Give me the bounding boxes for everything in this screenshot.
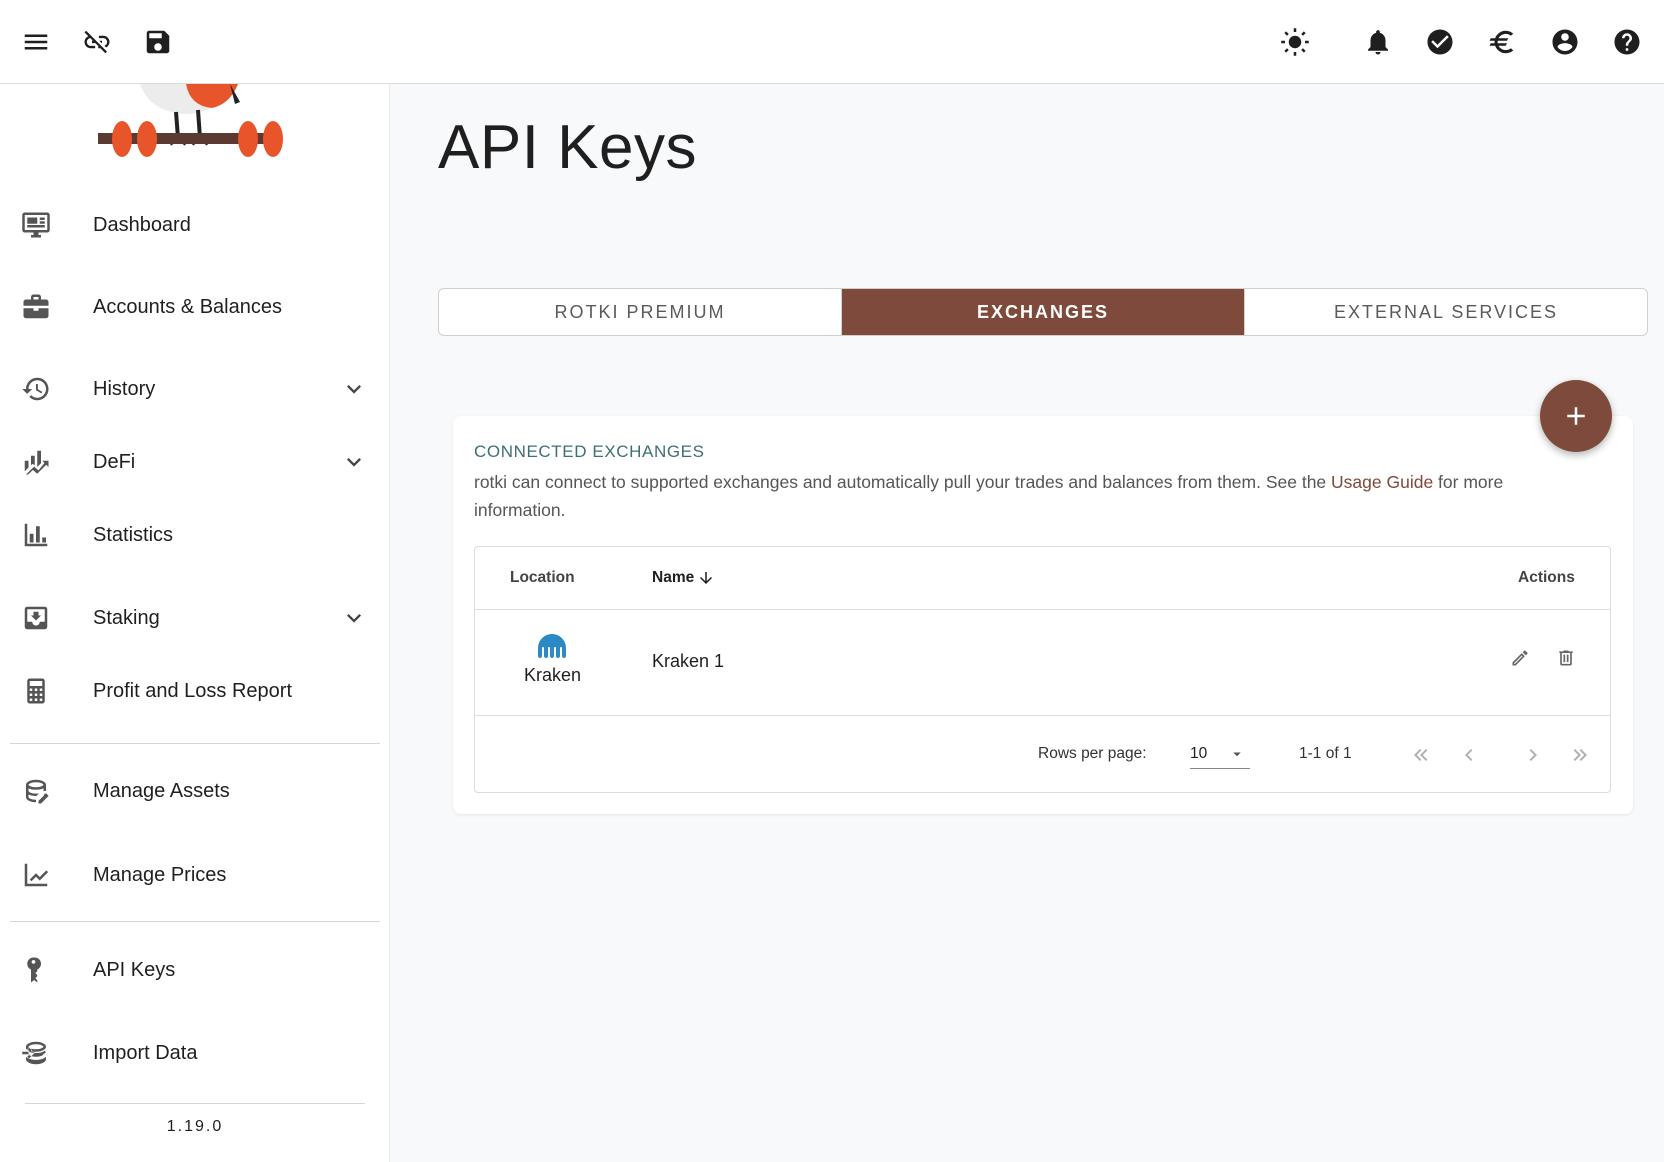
sidebar-item-label: Accounts & Balances [93,295,282,318]
usage-guide-link[interactable]: Usage Guide [1331,472,1433,492]
kraken-logo-icon [536,632,568,660]
sidebar-item-accounts-balances[interactable]: Accounts & Balances [0,272,389,342]
chevron-double-right-icon [1573,749,1587,761]
sidebar-item-dashboard[interactable]: Dashboard [0,190,389,260]
column-header-name[interactable]: Name [652,569,715,587]
tab-rotki-premium[interactable]: ROTKI PREMIUM [439,289,842,335]
pencil-icon [1512,650,1528,666]
sidebar-item-staking[interactable]: Staking [0,583,389,653]
delete-exchange-button[interactable] [1553,645,1579,671]
calculator-icon [20,675,52,707]
tab-external-services[interactable]: EXTERNAL SERVICES [1245,289,1647,335]
sidebar-item-label: Staking [93,606,160,629]
link-off-icon[interactable] [77,22,117,62]
theme-brightness-icon[interactable] [1275,22,1315,62]
sidebar-divider [10,743,380,744]
pending-tasks-check-icon[interactable] [1420,22,1460,62]
next-page-button[interactable] [1519,741,1547,769]
exchanges-table: Location Name Actions Kraken Kraken 1 Ro… [474,546,1611,793]
sidebar-item-label: DeFi [93,450,136,473]
sidebar-item-label: API Keys [93,958,176,981]
sidebar-item-history[interactable]: History [0,354,389,424]
row-divider [475,609,1610,610]
row-divider [475,715,1610,716]
menu-icon[interactable] [16,22,56,62]
chevron-double-left-icon [1414,749,1428,761]
sidebar-item-label: Import Data [93,1041,198,1064]
sidebar-item-defi[interactable]: DeFi [0,427,389,497]
sidebar-item-import-data[interactable]: Import Data [0,1018,389,1088]
inbox-download-icon [20,602,52,634]
connected-exchanges-card: CONNECTED EXCHANGES rotki can connect to… [453,416,1633,814]
trash-icon [1559,650,1573,666]
top-app-bar [0,0,1664,84]
edit-exchange-button[interactable] [1507,645,1533,671]
sidebar: Dashboard Accounts & Balances History De… [0,84,390,1162]
monitor-dashboard-icon [20,209,52,241]
sidebar-item-manage-assets[interactable]: Manage Assets [0,756,389,826]
card-description: rotki can connect to supported exchanges… [474,468,1594,524]
database-import-icon [20,1037,52,1069]
key-chain-icon [20,954,52,986]
sort-arrow-down-icon [700,572,713,584]
sidebar-item-label: Dashboard [93,213,191,236]
exchange-name: Kraken 1 [652,651,725,671]
chevron-right-icon [1529,749,1537,761]
rows-per-page-label: Rows per page: [1038,745,1147,762]
sidebar-item-label: Manage Prices [93,863,227,886]
sidebar-item-label: History [93,377,156,400]
api-keys-tabs: ROTKI PREMIUM EXCHANGES EXTERNAL SERVICE… [438,288,1648,336]
page-title: API Keys [438,113,697,182]
sidebar-item-api-keys[interactable]: API Keys [0,935,389,1005]
bar-chart-icon [20,519,52,551]
account-circle-icon[interactable] [1545,22,1585,62]
chevron-down-icon[interactable] [340,375,368,403]
currency-euro-icon[interactable] [1482,22,1522,62]
database-edit-icon [20,775,52,807]
chevron-down-icon[interactable] [340,448,368,476]
rows-per-page-value: 10 [1190,745,1208,762]
sidebar-item-profit-loss-report[interactable]: Profit and Loss Report [0,656,389,726]
pagination-range: 1-1 of 1 [1299,745,1352,762]
save-icon[interactable] [138,22,178,62]
sidebar-item-label: Statistics [93,523,174,546]
first-page-button[interactable] [1407,741,1435,769]
description-text: rotki can connect to supported exchanges… [474,472,1332,492]
previous-page-button[interactable] [1455,741,1483,769]
sidebar-divider [25,1103,365,1104]
sidebar-item-statistics[interactable]: Statistics [0,500,389,570]
finance-chart-icon [20,446,52,478]
sidebar-divider [10,921,380,922]
exchange-location: Kraken [523,665,582,685]
add-exchange-button[interactable] [1540,380,1612,452]
column-header-name-label: Name [652,569,695,586]
briefcase-icon [20,291,52,323]
card-title: CONNECTED EXCHANGES [474,442,705,461]
caret-down-icon [1228,745,1246,763]
plus-icon [1567,407,1585,425]
rows-per-page-select[interactable]: 10 [1190,735,1250,769]
sidebar-item-label: Profit and Loss Report [93,679,292,702]
column-header-actions: Actions [1518,569,1575,586]
chevron-down-icon[interactable] [340,604,368,632]
tab-exchanges[interactable]: EXCHANGES [842,289,1245,335]
last-page-button[interactable] [1566,741,1594,769]
history-icon [20,373,52,405]
sidebar-item-manage-prices[interactable]: Manage Prices [0,840,389,910]
chevron-left-icon [1465,749,1473,761]
notifications-bell-icon[interactable] [1358,22,1398,62]
sidebar-item-label: Manage Assets [93,779,230,802]
rotki-logo [90,84,300,174]
column-header-location: Location [510,569,575,586]
app-version: 1.19.0 [166,1118,224,1135]
chart-line-icon [20,859,52,891]
help-icon[interactable] [1607,22,1647,62]
